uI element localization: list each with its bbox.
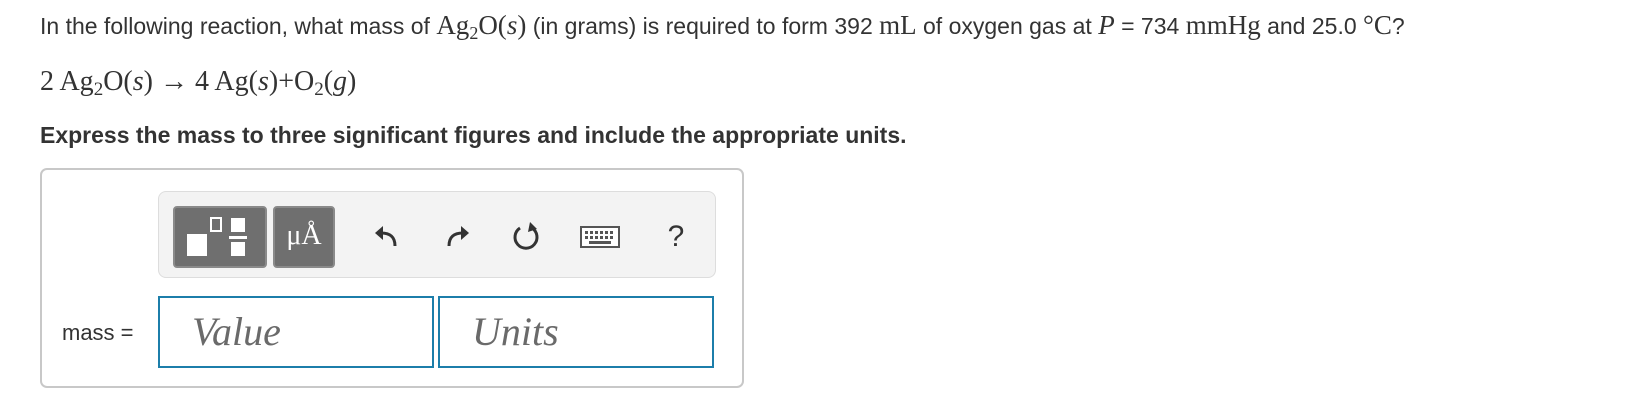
units-button[interactable]: μÅ xyxy=(273,206,335,268)
reaction-equation: 2 Ag2O(s) → 4 Ag(s)+O2(g) xyxy=(40,66,357,100)
answer-box: μÅ ? mass = Value Units xyxy=(40,168,744,388)
help-icon: ? xyxy=(667,220,685,253)
math-toolbar: μÅ ? xyxy=(158,191,716,278)
temperature-unit: °C xyxy=(1363,10,1392,40)
volume-unit: mL xyxy=(879,10,917,40)
undo-icon xyxy=(375,226,397,247)
redo-icon xyxy=(447,226,469,247)
value-input[interactable]: Value xyxy=(158,296,434,368)
mass-label: mass = xyxy=(62,320,134,345)
compound-formula: Ag2O(s) xyxy=(436,10,527,43)
templates-button[interactable] xyxy=(173,206,267,268)
reset-button[interactable] xyxy=(503,214,549,260)
instruction-text: Express the mass to three significant fi… xyxy=(40,122,907,148)
pressure-symbol: P xyxy=(1098,10,1115,40)
question-text: In the following reaction, what mass of … xyxy=(40,10,1405,43)
reset-icon xyxy=(513,222,539,250)
units-icon: μÅ xyxy=(286,220,322,251)
undo-button[interactable] xyxy=(363,214,409,260)
help-button[interactable]: ? xyxy=(653,214,699,260)
templates-icon xyxy=(187,217,247,256)
keyboard-button[interactable] xyxy=(577,214,623,260)
redo-button[interactable] xyxy=(435,214,481,260)
pressure-unit: mmHg xyxy=(1185,10,1261,40)
units-input[interactable]: Units xyxy=(438,296,714,368)
keyboard-icon xyxy=(580,226,620,248)
